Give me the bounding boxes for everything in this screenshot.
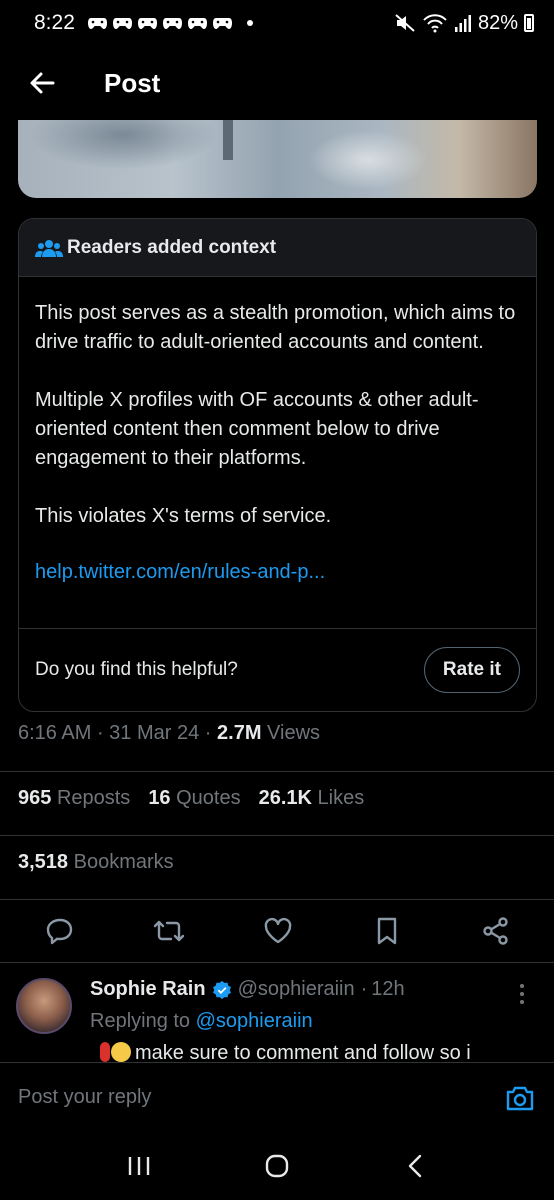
reply-post[interactable]: Sophie Rain @sophieraiin · 12h Replying …: [0, 974, 554, 1062]
reply-text: make sure to comment and follow so i: [100, 1042, 471, 1062]
camera-icon: [506, 1086, 534, 1110]
more-notifications-dot: [246, 20, 253, 26]
game-controller-icon: [162, 18, 182, 29]
game-controller-icon: [212, 18, 232, 29]
divider: [0, 771, 554, 772]
system-nav-bar: [0, 1132, 554, 1200]
reply-body: make sure to comment and follow so i: [135, 1042, 471, 1062]
flushed-face-emoji: [111, 1042, 131, 1062]
views-label: Views: [267, 722, 321, 744]
more-dot: [520, 1000, 524, 1004]
home-icon: [265, 1154, 289, 1178]
divider: [0, 962, 554, 963]
post-date: 31 Mar 24: [109, 722, 200, 744]
bookmarks-stat[interactable]: 3,518 Bookmarks: [18, 851, 174, 874]
home-button[interactable]: [247, 1141, 307, 1191]
note-paragraph: Multiple X profiles with OF accounts & o…: [35, 389, 479, 469]
quotes-stat[interactable]: 16 Quotes: [148, 787, 240, 810]
author-name[interactable]: Sophie Rain: [90, 978, 206, 1001]
status-right: 82%: [394, 12, 534, 35]
replying-to-link[interactable]: @sophieraiin: [196, 1010, 313, 1032]
bookmarks-label: Bookmarks: [73, 851, 174, 873]
likes-stat[interactable]: 26.1K Likes: [259, 787, 365, 810]
likes-label: Likes: [317, 787, 365, 809]
community-note-card: Readers added context This post serves a…: [18, 218, 537, 712]
arrow-left-icon: [30, 72, 55, 94]
author-handle[interactable]: @sophieraiin: [238, 978, 355, 1001]
verified-badge-icon: [212, 980, 231, 999]
note-paragraph: This post serves as a stealth promotion,…: [35, 302, 516, 353]
reposts-label: Reposts: [56, 787, 131, 809]
bookmarks-count: 3,518: [18, 851, 69, 873]
reposts-stat[interactable]: 965 Reposts: [18, 787, 130, 810]
more-dot: [520, 992, 524, 996]
community-note-footer: Do you find this helpful? Rate it: [19, 628, 536, 711]
media-detail: [223, 120, 233, 160]
helpful-prompt: Do you find this helpful?: [35, 659, 238, 680]
media-detail: [308, 130, 428, 190]
reply-button[interactable]: [40, 911, 80, 951]
repost-button[interactable]: [149, 911, 189, 951]
game-controller-icon: [137, 18, 157, 29]
post-header: Post: [0, 46, 554, 120]
wifi-icon: [423, 14, 447, 33]
reply-compose-bar: [0, 1062, 554, 1132]
people-icon: [35, 239, 63, 257]
share-icon: [483, 917, 508, 945]
post-media-image[interactable]: [18, 120, 537, 198]
bookmark-button[interactable]: [367, 911, 407, 951]
divider: [0, 899, 554, 900]
divider: [0, 835, 554, 836]
post-actions: [0, 905, 554, 957]
note-source-link[interactable]: help.twitter.com/en/rules-and-p...: [35, 558, 520, 587]
share-button[interactable]: [476, 911, 516, 951]
more-dot: [520, 984, 524, 988]
likes-count: 26.1K: [258, 787, 312, 809]
status-time: 8:22: [34, 11, 75, 34]
system-back-button[interactable]: [385, 1141, 445, 1191]
reply-age: 12h: [371, 978, 405, 1000]
reply-input[interactable]: [18, 1086, 502, 1109]
separator: ·: [360, 978, 368, 1000]
like-button[interactable]: [258, 911, 298, 951]
page-title: Post: [104, 67, 161, 98]
notification-icons: [87, 16, 253, 30]
recent-apps-button[interactable]: [109, 1141, 169, 1191]
heart-icon: [264, 917, 292, 944]
game-controller-icon: [187, 18, 207, 29]
engagement-stats: 965 Reposts 16 Quotes 26.1K Likes: [18, 787, 364, 810]
camera-button[interactable]: [502, 1080, 538, 1116]
views-count: 2.7M: [217, 722, 262, 744]
community-note-header: Readers added context: [19, 219, 536, 277]
mute-icon: [395, 14, 415, 32]
back-button[interactable]: [12, 53, 72, 113]
replying-to: Replying to @sophieraiin: [90, 1010, 313, 1033]
quotes-count: 16: [148, 787, 171, 809]
chili-emoji: [100, 1042, 110, 1062]
status-bar: 8:22 82%: [0, 0, 554, 46]
community-note-body: This post serves as a stealth promotion,…: [19, 277, 536, 587]
replying-prefix: Replying to: [90, 1010, 191, 1032]
post-time: 6:16 AM: [18, 722, 92, 744]
signal-icon: [454, 15, 471, 32]
media-detail: [28, 120, 218, 170]
battery-icon: [524, 14, 534, 32]
reply-icon: [46, 918, 73, 945]
more-options-button[interactable]: [510, 982, 534, 1006]
recents-icon: [128, 1157, 150, 1175]
community-note-title: Readers added context: [67, 236, 277, 258]
reposts-count: 965: [18, 787, 52, 809]
game-controller-icon: [112, 18, 132, 29]
bookmark-icon: [377, 917, 397, 945]
chevron-left-icon: [408, 1154, 422, 1178]
note-paragraph: This violates X's terms of service.: [35, 505, 332, 527]
repost-icon: [153, 920, 185, 942]
post-timestamp: 6:16 AM · 31 Mar 24 · 2.7M Views: [18, 722, 321, 744]
quotes-label: Quotes: [176, 787, 241, 809]
avatar[interactable]: [16, 978, 72, 1034]
battery-percent: 82%: [477, 11, 518, 34]
reply-author: Sophie Rain @sophieraiin · 12h: [90, 978, 405, 1001]
rate-it-button[interactable]: Rate it: [423, 647, 520, 693]
game-controller-icon: [87, 18, 107, 29]
